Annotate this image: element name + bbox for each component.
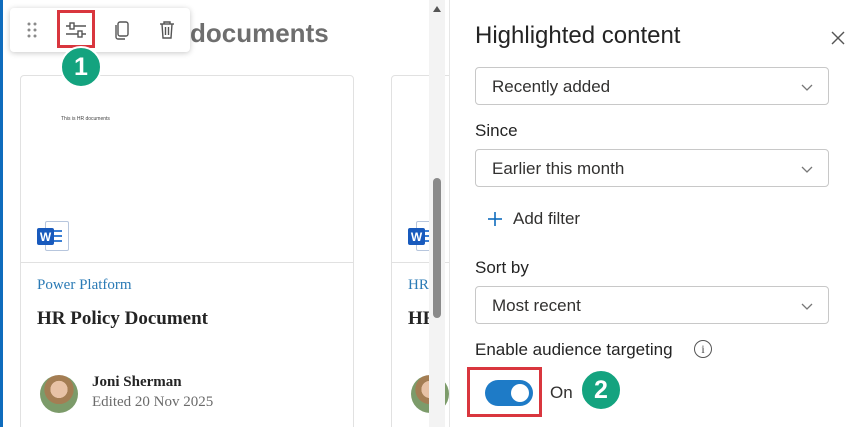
- toggle-state-label: On: [550, 383, 573, 402]
- dropdown-value: Most recent: [492, 296, 581, 315]
- dropdown-value: Recently added: [492, 77, 611, 96]
- webpart-toolbar: [10, 8, 190, 52]
- since-label: Since: [475, 121, 518, 140]
- step-1-badge: 1: [60, 46, 102, 88]
- sort-by-label: Sort by: [475, 258, 529, 277]
- chevron-down-icon: [801, 84, 813, 91]
- edited-date: Edited 20 Nov 2025: [92, 394, 214, 410]
- add-filter-button[interactable]: Add filter: [486, 206, 580, 232]
- document-category-link[interactable]: Power Platform: [37, 277, 132, 294]
- word-file-icon: W: [37, 221, 71, 251]
- delete-icon[interactable]: [151, 14, 183, 46]
- info-icon[interactable]: i: [694, 340, 712, 358]
- close-icon[interactable]: [828, 28, 848, 48]
- since-dropdown[interactable]: Earlier this month: [475, 149, 829, 187]
- panel-title: Highlighted content: [475, 22, 681, 49]
- chevron-down-icon: [801, 303, 813, 310]
- audience-targeting-label: Enable audience targeting: [475, 340, 673, 359]
- document-preview: This is HR documents W: [21, 76, 353, 263]
- drag-handle-icon[interactable]: [16, 14, 48, 46]
- scroll-thumb[interactable]: [433, 178, 441, 318]
- chevron-down-icon: [801, 166, 813, 173]
- selected-webpart-edge: [0, 0, 3, 427]
- duplicate-icon[interactable]: [106, 14, 138, 46]
- step-2-badge: 2: [580, 369, 622, 411]
- author-name: Joni Sherman: [92, 374, 182, 390]
- webpart-title: documents: [190, 18, 329, 48]
- property-pane: Highlighted content Recently added Since…: [449, 0, 849, 427]
- edit-properties-highlight: [57, 10, 95, 48]
- audience-targeting-toggle[interactable]: [485, 380, 533, 406]
- add-filter-label: Add filter: [513, 209, 581, 228]
- document-title[interactable]: HR Policy Document: [37, 308, 208, 330]
- content-type-dropdown[interactable]: Recently added: [475, 67, 829, 105]
- toggle-knob: [511, 384, 529, 402]
- webpart-canvas: documents This is HR documents W Power P…: [0, 0, 449, 427]
- document-card[interactable]: This is HR documents W Power Platform HR…: [20, 75, 354, 427]
- plus-icon: [488, 212, 502, 226]
- preview-text: This is HR documents: [61, 116, 110, 122]
- scroll-up-arrow-icon[interactable]: [429, 2, 445, 16]
- author-avatar: [40, 375, 78, 413]
- document-category-link[interactable]: HR: [408, 277, 429, 294]
- vertical-scrollbar[interactable]: [429, 0, 445, 427]
- dropdown-value: Earlier this month: [492, 159, 625, 178]
- sort-by-dropdown[interactable]: Most recent: [475, 286, 829, 324]
